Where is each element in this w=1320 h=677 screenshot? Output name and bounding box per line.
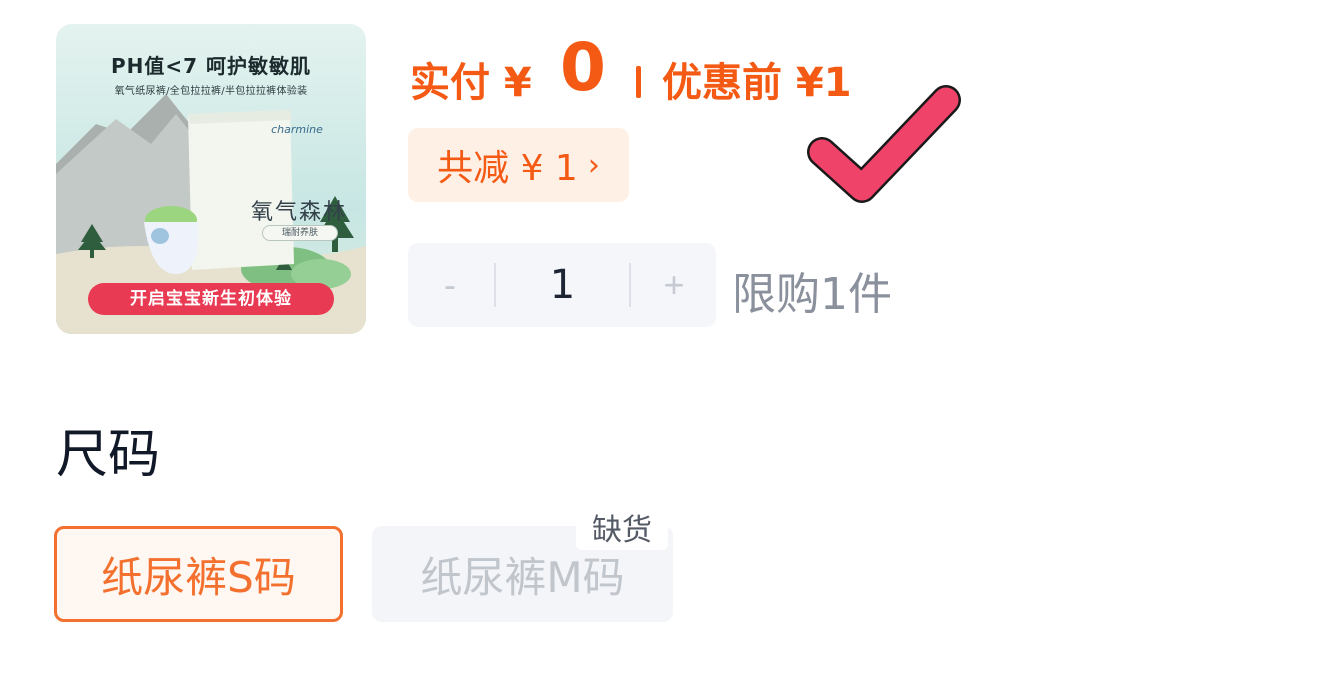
promo-banner: 开启宝宝新生初体验 bbox=[88, 283, 334, 315]
purchase-limit-text: 限购1件 bbox=[732, 269, 892, 320]
product-image[interactable]: PH值<7 呵护敏敏肌 氧气纸尿裤/全包拉拉裤/半包拉拉裤体验装 charmin… bbox=[56, 24, 366, 334]
quantity-stepper: - 1 + bbox=[408, 243, 716, 327]
pay-label: 实付 ¥ bbox=[410, 60, 532, 106]
pay-amount: 0 bbox=[560, 29, 606, 106]
size-option-s[interactable]: 纸尿裤S码 bbox=[54, 526, 343, 622]
size-section-title: 尺码 bbox=[56, 425, 161, 485]
pack-title: 氧气森林 bbox=[250, 200, 347, 225]
total-discount-button[interactable]: 共减 ¥ 1 › bbox=[408, 128, 629, 202]
size-option-label: 纸尿裤S码 bbox=[101, 552, 296, 602]
decrease-quantity-button[interactable]: - bbox=[408, 243, 492, 327]
brand-logo-text: charmine bbox=[271, 123, 323, 136]
out-of-stock-badge: 缺货 bbox=[576, 504, 668, 550]
pack-subtitle: 瑞耐养肤 bbox=[262, 225, 338, 241]
price-separator bbox=[636, 66, 641, 98]
size-option-label: 纸尿裤M码 bbox=[420, 552, 625, 602]
stepper-divider bbox=[629, 263, 631, 307]
quantity-input[interactable]: 1 bbox=[496, 243, 629, 327]
product-subline: 氧气纸尿裤/全包拉拉裤/半包拉拉裤体验装 bbox=[114, 86, 308, 97]
product-headline: PH值<7 呵护敏敏肌 bbox=[110, 54, 312, 78]
chevron-right-icon: › bbox=[587, 147, 600, 183]
discount-label: 共减 ¥ 1 bbox=[437, 148, 578, 189]
checkmark-icon bbox=[807, 85, 961, 203]
increase-quantity-button[interactable]: + bbox=[632, 243, 716, 327]
